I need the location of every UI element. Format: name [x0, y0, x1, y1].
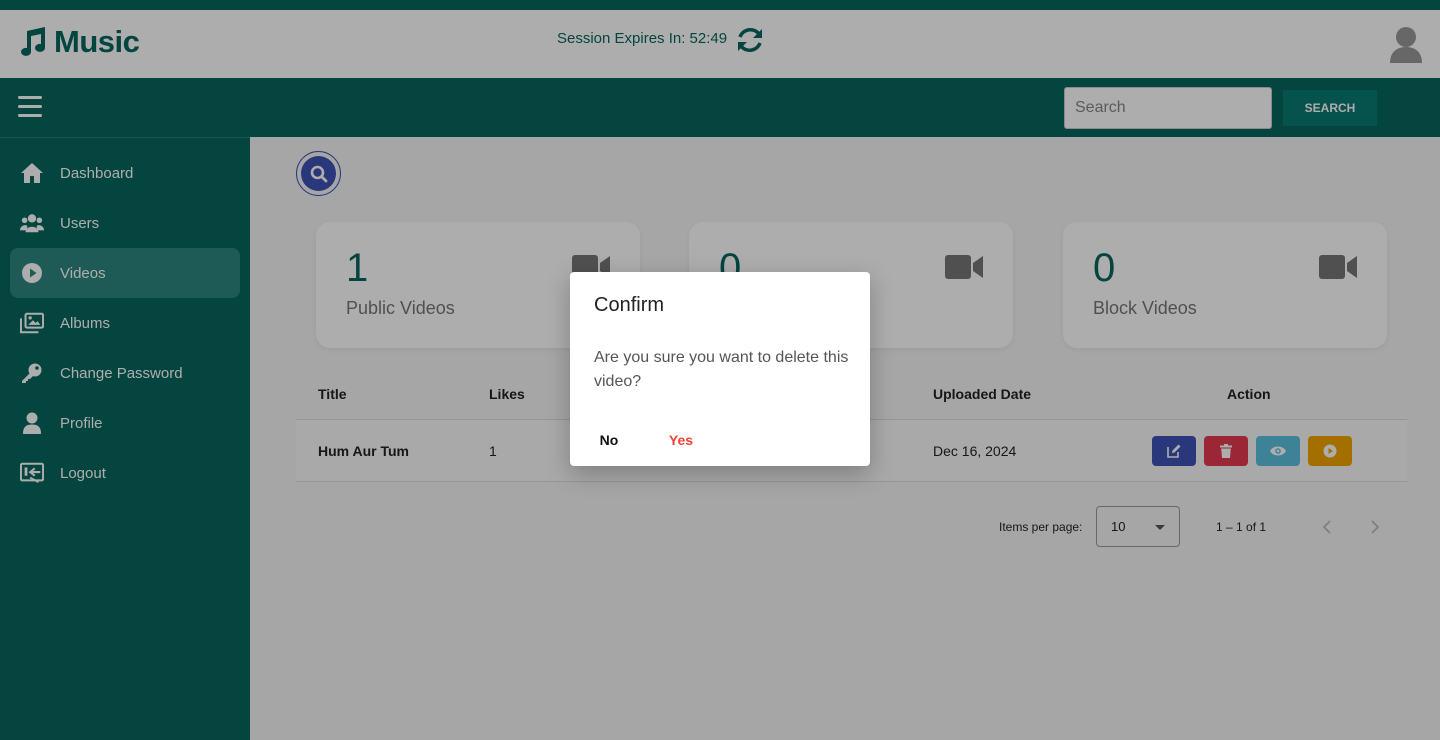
confirm-dialog: Confirm Are you sure you want to delete … [570, 272, 870, 466]
dialog-message: Are you sure you want to delete this vid… [594, 349, 849, 390]
yes-button[interactable]: Yes [658, 426, 704, 454]
no-button[interactable]: No [586, 426, 632, 454]
dialog-title: Confirm [594, 294, 665, 316]
